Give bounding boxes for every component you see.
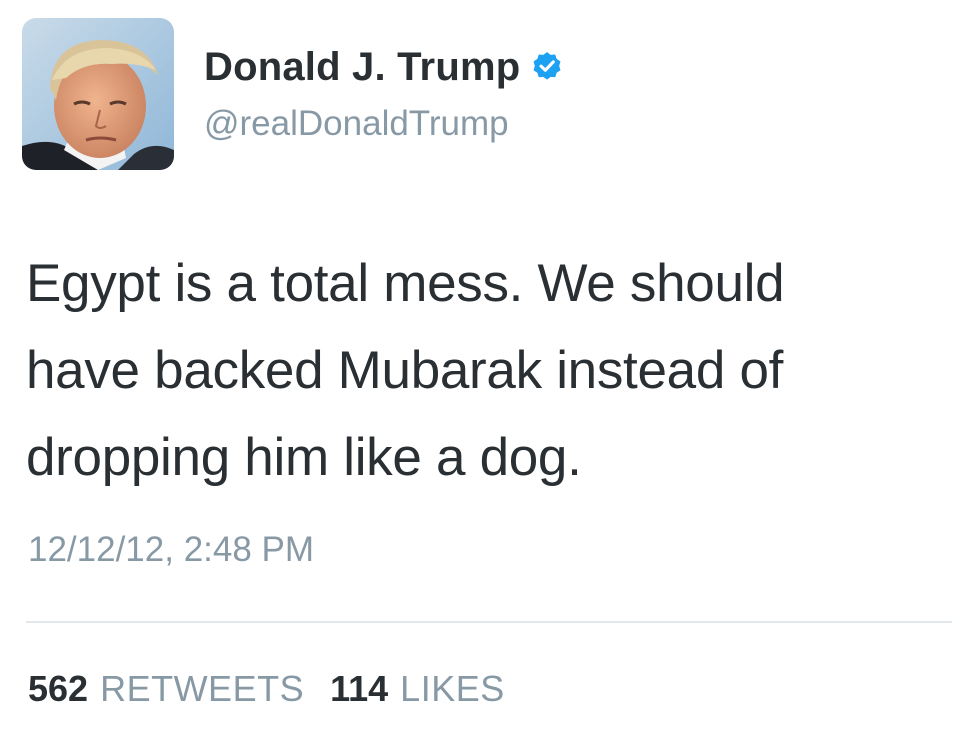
name-row: Donald J. Trump: [204, 42, 564, 92]
likes-count: 114: [330, 668, 389, 709]
retweets-label: RETWEETS: [100, 668, 305, 709]
tweet-text-line: have backed Mubarak instead of: [26, 341, 784, 400]
tweet-card: Donald J. Trump @realDonaldTrump Egypt i…: [0, 0, 980, 750]
user-handle[interactable]: @realDonaldTrump: [204, 104, 564, 144]
tweet-text-line: dropping him like a dog.: [26, 428, 582, 487]
avatar[interactable]: [22, 18, 174, 170]
user-names: Donald J. Trump @realDonaldTrump: [204, 42, 564, 144]
tweet-timestamp[interactable]: 12/12/12, 2:48 PM: [28, 530, 314, 570]
divider: [26, 621, 952, 623]
likes-label: LIKES: [400, 668, 505, 709]
profile-photo-icon: [22, 18, 174, 170]
retweets-count: 562: [28, 668, 89, 709]
tweet-stats: 562 RETWEETS 114 LIKES: [28, 668, 531, 710]
tweet-text: Egypt is a total mess. We should have ba…: [26, 240, 966, 501]
verified-badge-icon: [530, 50, 564, 84]
likes-stat[interactable]: 114 LIKES: [330, 668, 505, 710]
display-name[interactable]: Donald J. Trump: [204, 45, 520, 90]
tweet-text-line: Egypt is a total mess. We should: [26, 254, 785, 313]
retweets-stat[interactable]: 562 RETWEETS: [28, 668, 304, 710]
tweet-header: Donald J. Trump @realDonaldTrump: [22, 18, 564, 170]
